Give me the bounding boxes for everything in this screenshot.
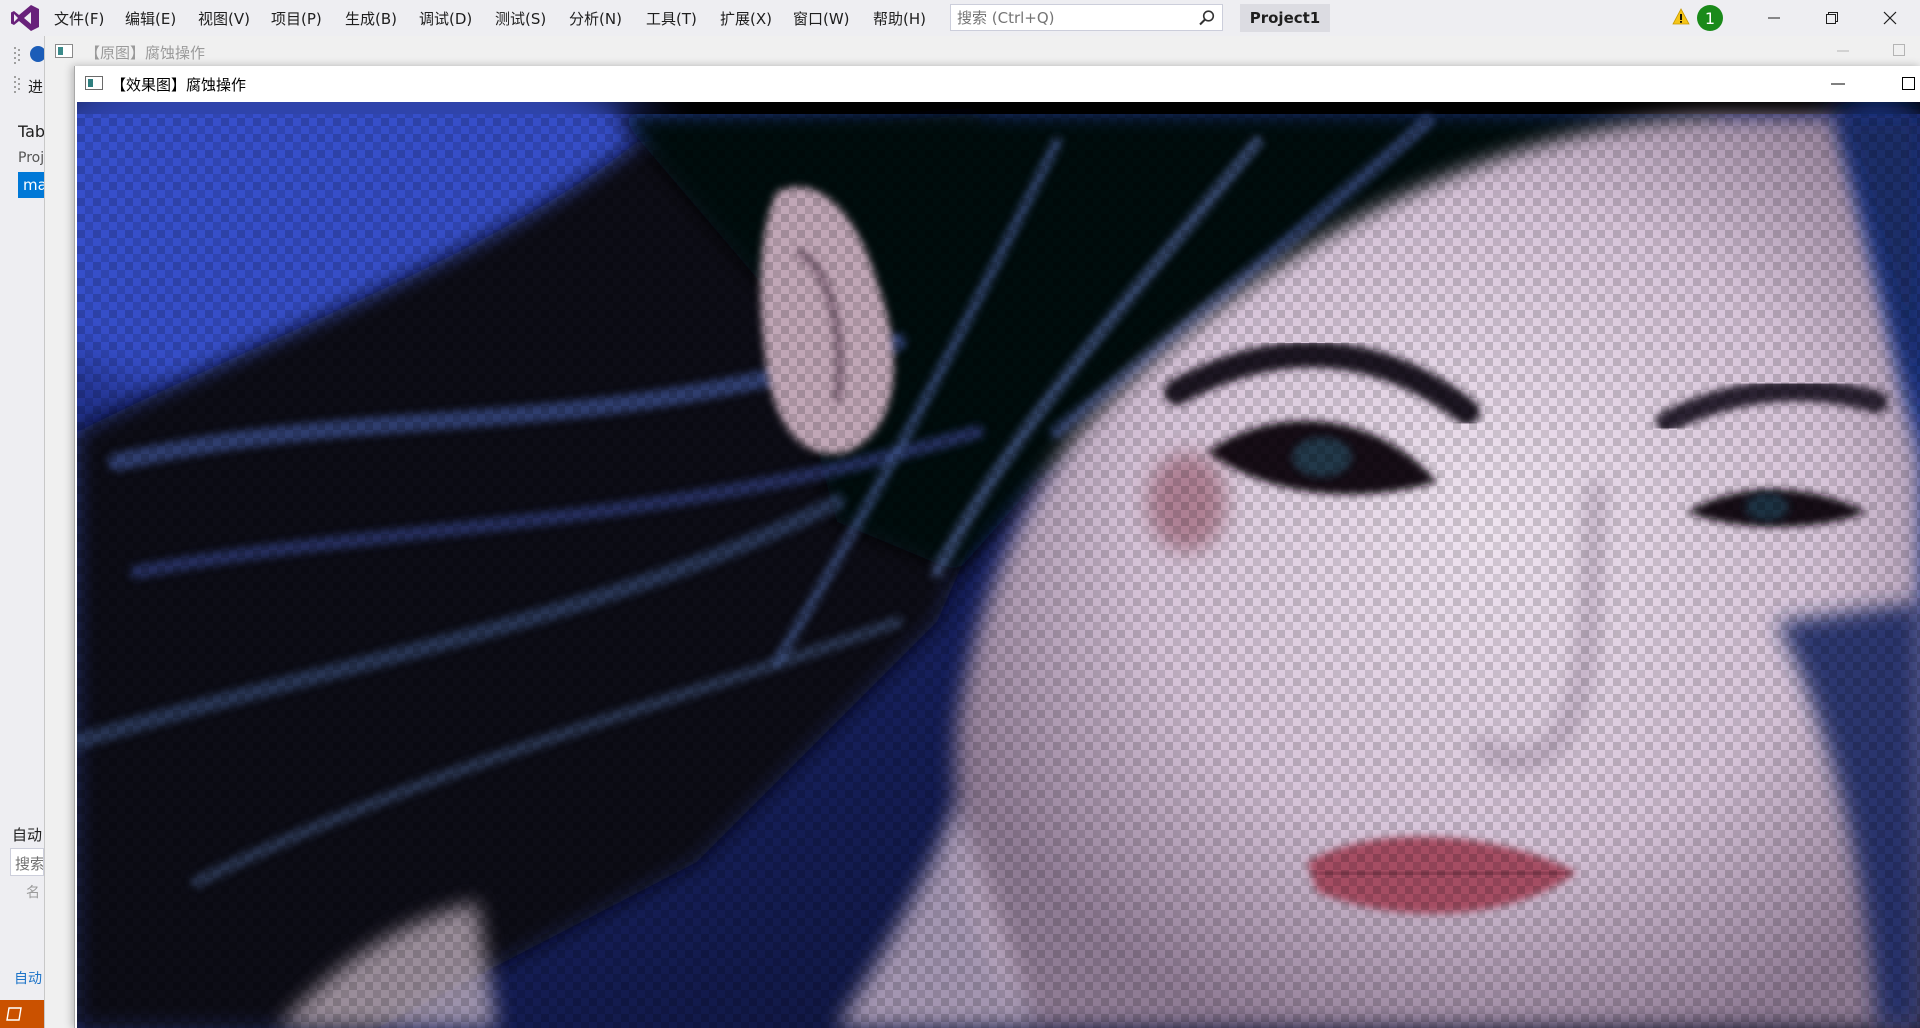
menu-project[interactable]: 项目(P) [271, 8, 322, 29]
menu-file[interactable]: 文件(F) [54, 8, 104, 29]
status-bar [0, 1000, 44, 1028]
notification-badge[interactable]: 1 [1697, 5, 1723, 31]
menu-edit[interactable]: 编辑(E) [125, 8, 176, 29]
quick-launch-search[interactable] [950, 4, 1223, 31]
progress-label: 进 [28, 78, 44, 96]
search-icon[interactable] [1198, 9, 1216, 27]
menu-test[interactable]: 测试(S) [495, 8, 546, 29]
window-app-icon [85, 76, 103, 90]
tab-label[interactable]: Tab [18, 122, 44, 141]
menu-view[interactable]: 视图(V) [198, 8, 250, 29]
close-icon [1883, 11, 1897, 25]
minimize-icon[interactable] [1831, 83, 1845, 85]
maximize-icon[interactable] [1902, 77, 1915, 90]
minimize-icon[interactable] [1837, 50, 1849, 52]
minimize-icon [1768, 17, 1780, 19]
toolbar-grip-icon [14, 76, 20, 93]
effect-window-titlebar[interactable]: 【效果图】腐蚀操作 [75, 66, 1920, 102]
project-label: Proj [18, 150, 44, 166]
menu-help[interactable]: 帮助(H) [873, 8, 926, 29]
name-column-header: 名 [26, 885, 40, 901]
effect-window-title: 【效果图】腐蚀操作 [111, 76, 247, 94]
menu-tools[interactable]: 工具(T) [646, 8, 697, 29]
toolbar-grip-icon [14, 47, 20, 64]
restore-button[interactable] [1804, 0, 1860, 36]
solution-name: Project1 [1240, 4, 1330, 32]
menu-window[interactable]: 窗口(W) [793, 8, 850, 29]
menu-extensions[interactable]: 扩展(X) [720, 8, 772, 29]
autos-search-field[interactable]: 搜索 [10, 848, 44, 876]
status-icon [6, 1007, 22, 1021]
menu-debug[interactable]: 调试(D) [419, 8, 472, 29]
autos-panel-title: 自动 [12, 826, 43, 844]
warning-icon[interactable] [1672, 8, 1690, 26]
original-window-title: 【原图】腐蚀操作 [85, 44, 206, 62]
maximize-icon[interactable] [1893, 44, 1905, 56]
autos-tab[interactable]: 自动 [14, 968, 44, 988]
close-button[interactable] [1862, 0, 1918, 36]
autos-search-placeholder: 搜索 [15, 855, 44, 873]
visual-studio-logo-icon[interactable] [10, 4, 40, 32]
restore-icon [1826, 12, 1838, 24]
vs-left-panel: 进 Tab Proj ma 自动 搜索 名 自动 [0, 36, 46, 1028]
window-app-icon [55, 44, 73, 58]
effect-window-controls [1721, 66, 1920, 102]
original-window-controls [1721, 36, 1920, 68]
menu-build[interactable]: 生成(B) [345, 8, 397, 29]
eroded-image-canvas [77, 102, 1920, 1028]
eroded-portrait-image [77, 102, 1920, 1028]
effect-image-window[interactable]: 【效果图】腐蚀操作 [74, 66, 1920, 1028]
search-input[interactable] [957, 8, 1187, 28]
selected-file-item[interactable]: ma [18, 172, 44, 198]
menu-analyze[interactable]: 分析(N) [569, 8, 622, 29]
vs-title-bar: 文件(F) 编辑(E) 视图(V) 项目(P) 生成(B) 调试(D) 测试(S… [0, 0, 1920, 36]
minimize-button[interactable] [1746, 0, 1802, 36]
